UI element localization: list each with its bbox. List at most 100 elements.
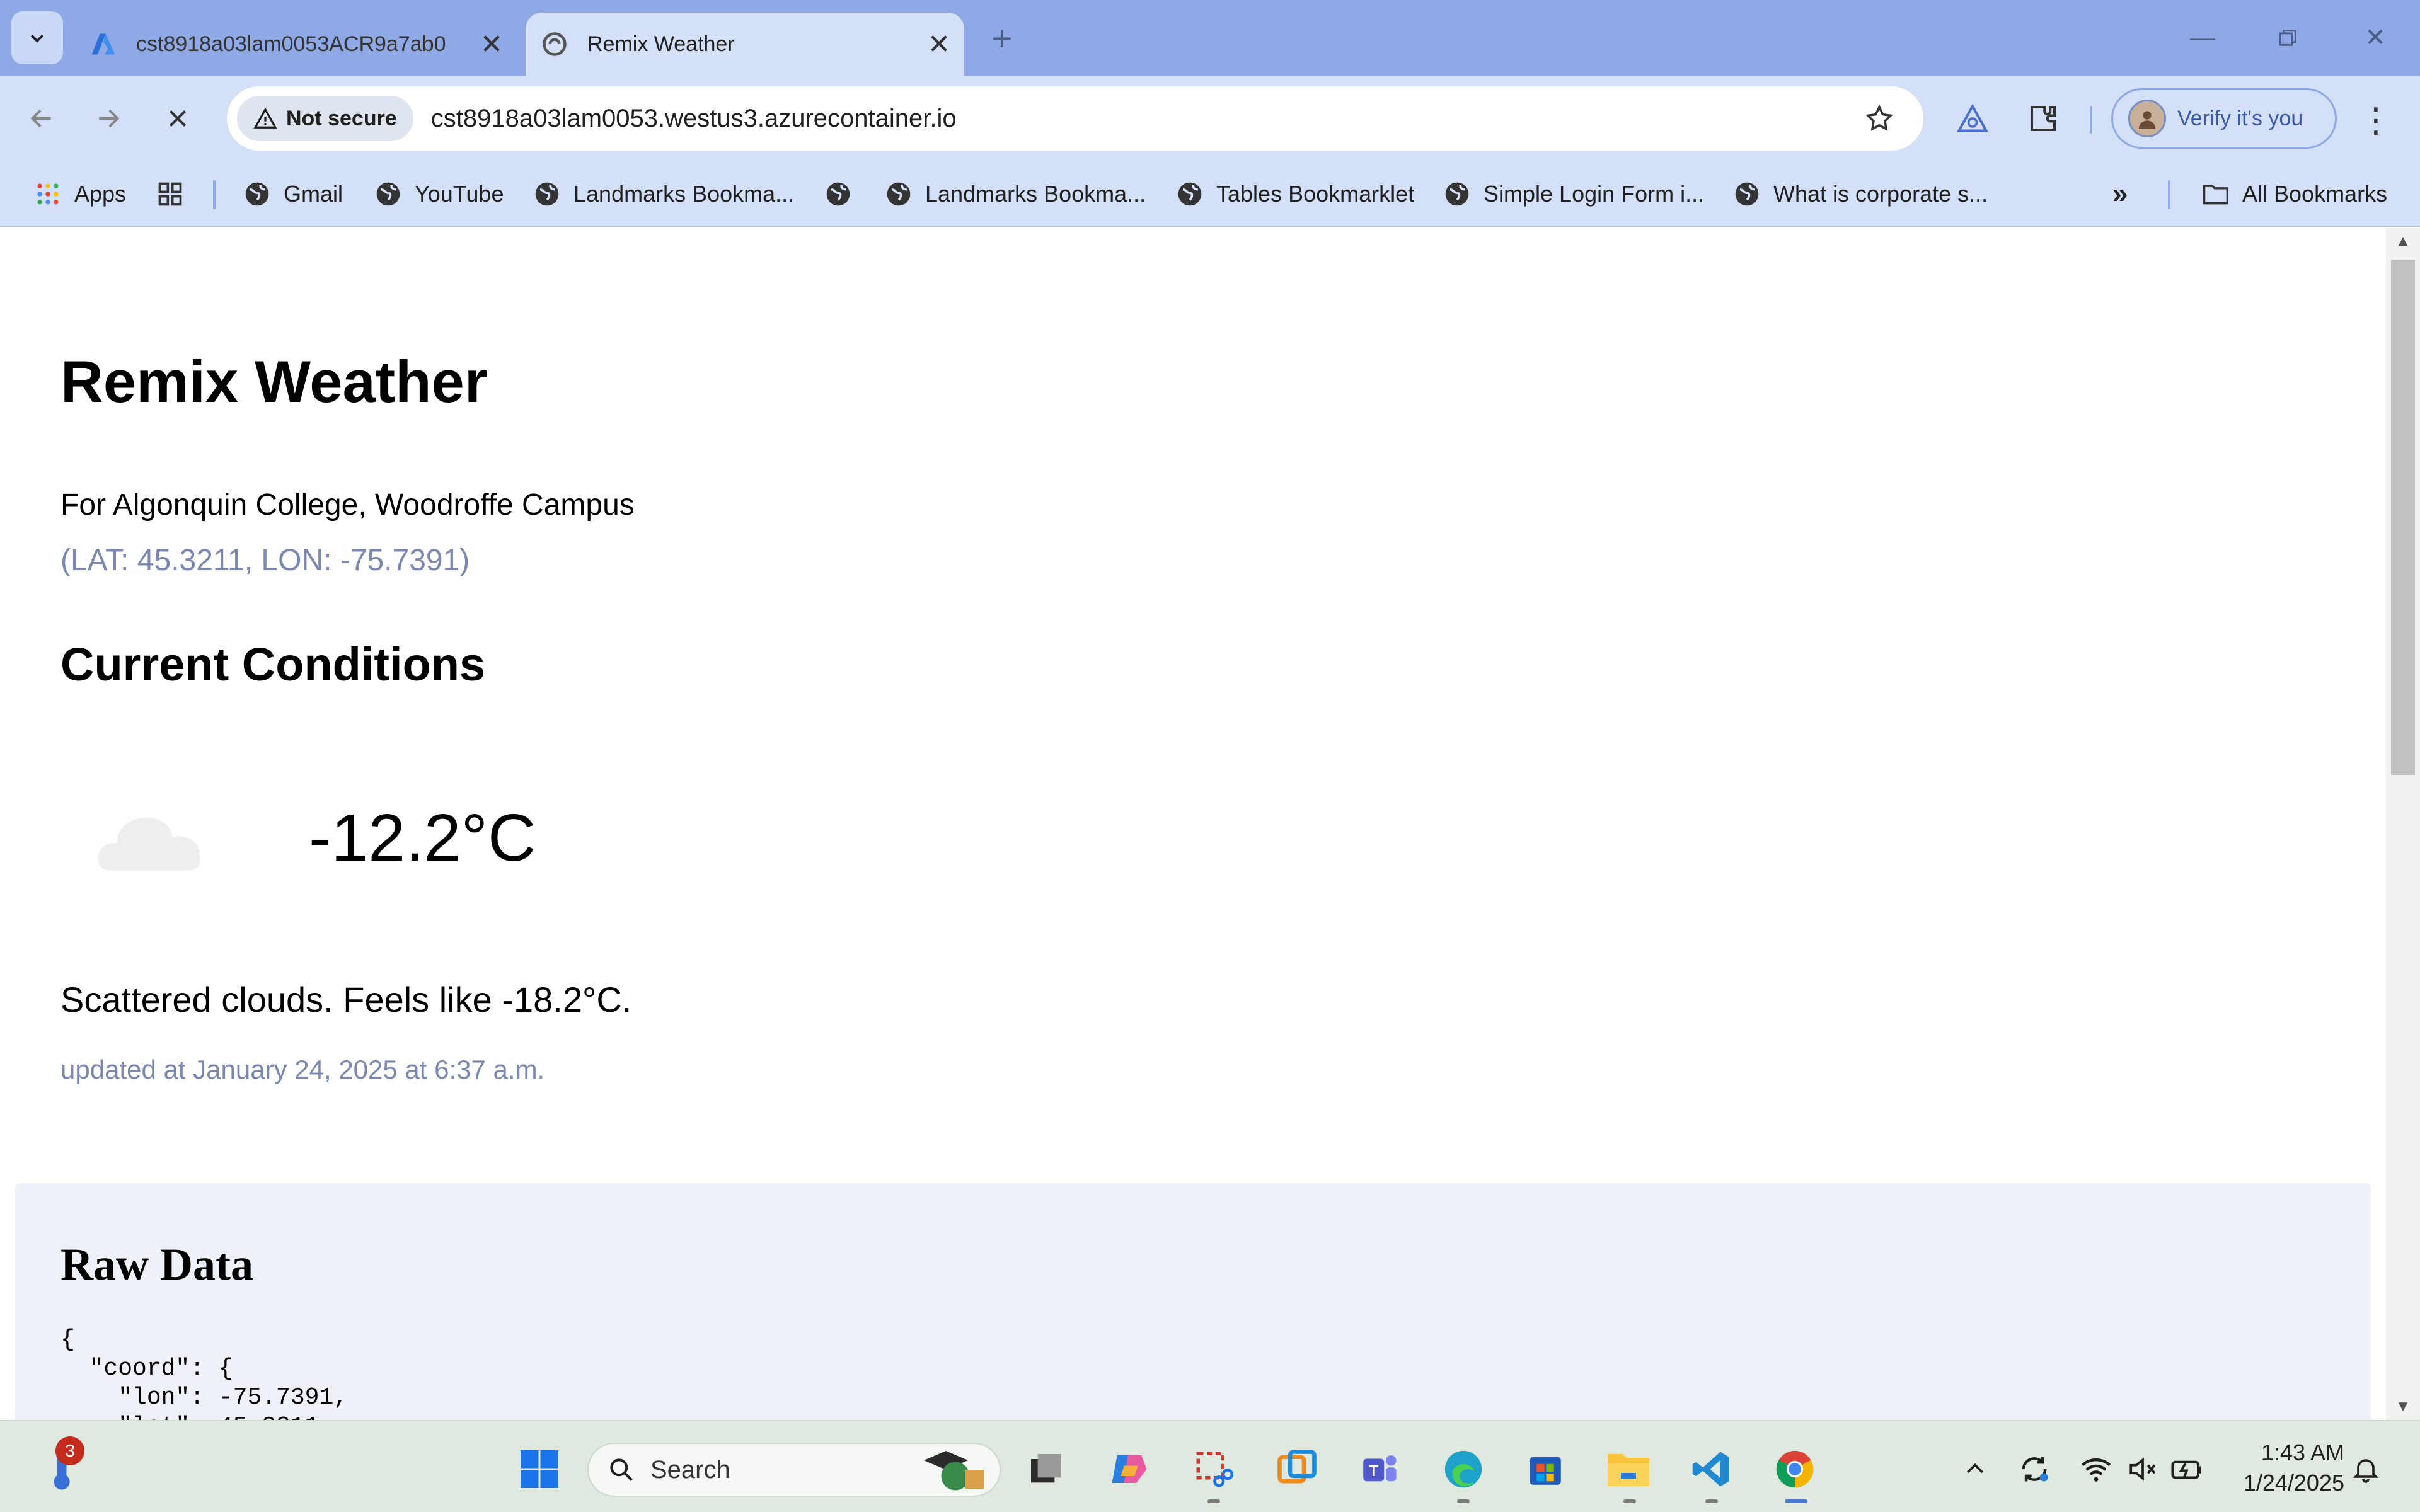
tab-groups-icon — [158, 182, 182, 206]
cloud-icon — [98, 817, 200, 871]
bookmarks-bar: Apps Gmail YouTube Landmarks Bookma... L… — [0, 161, 2420, 227]
show-hidden-icons-chevron-icon[interactable] — [1955, 1449, 1995, 1489]
taskbar-search[interactable]: Search — [587, 1443, 1001, 1497]
all-bookmarks-button[interactable]: All Bookmarks — [2202, 174, 2387, 214]
running-indicator — [1785, 1499, 1807, 1503]
avatar — [2128, 100, 2166, 137]
sync-icon[interactable] — [2014, 1449, 2054, 1489]
new-tab-button[interactable]: + — [983, 18, 1021, 58]
search-icon — [610, 1458, 633, 1481]
restore-icon — [2279, 30, 2296, 46]
globe-icon — [826, 182, 850, 206]
current-conditions-heading: Current Conditions — [60, 638, 486, 690]
task-view-icon[interactable] — [1021, 1444, 1071, 1494]
bookmark-login-form[interactable]: Simple Login Form i... — [1443, 174, 1704, 214]
bookmarks-divider — [213, 180, 216, 209]
bookmark-gmail[interactable]: Gmail — [243, 174, 343, 214]
clock[interactable]: 1:43 AM 1/24/2025 — [2218, 1438, 2344, 1498]
tab-remix-weather[interactable]: Remix Weather ✕ — [526, 13, 964, 76]
forward-button[interactable] — [84, 94, 132, 142]
restore-button[interactable] — [2260, 15, 2317, 60]
close-icon — [169, 110, 187, 127]
close-icon[interactable]: ✕ — [473, 25, 510, 63]
browser-toolbar: Not secure cst8918a03lam0053.westus3.azu… — [0, 76, 2420, 161]
globe-icon — [535, 182, 559, 206]
windows-start-icon[interactable] — [514, 1444, 565, 1494]
clock-date: 1/24/2025 — [2243, 1470, 2344, 1496]
scroll-down-icon[interactable]: ▼ — [2395, 1398, 2411, 1415]
bookmark-landmarks-2[interactable]: Landmarks Bookma... — [885, 174, 1146, 214]
running-indicator — [1623, 1499, 1636, 1503]
url-text[interactable]: cst8918a03lam0053.westus3.azurecontainer… — [431, 105, 1854, 133]
teams-icon[interactable]: T — [1354, 1444, 1404, 1494]
arrow-left-icon — [30, 109, 51, 128]
verify-label: Verify it's you — [2177, 106, 2303, 130]
bookmark-apps[interactable]: Apps — [34, 174, 126, 214]
bookmark-label: Simple Login Form i... — [1484, 181, 1705, 207]
edge-icon[interactable] — [1438, 1444, 1489, 1494]
bookmark-label: YouTube — [415, 181, 504, 207]
notifications-bell-icon[interactable] — [2346, 1449, 2386, 1489]
volume-muted-icon[interactable] — [2123, 1449, 2163, 1489]
scroll-up-icon[interactable]: ▲ — [2395, 232, 2411, 249]
toolbar-divider — [2090, 106, 2092, 134]
performance-icon[interactable] — [1950, 96, 1995, 141]
minimize-button[interactable]: — — [2174, 15, 2231, 60]
bookmark-tab-groups[interactable] — [156, 174, 197, 214]
tab-search-button[interactable] — [11, 11, 63, 64]
bookmark-label: Tables Bookmarklet — [1216, 181, 1415, 207]
location-text: For Algonquin College, Woodroffe Campus — [60, 488, 635, 522]
security-chip[interactable]: Not secure — [237, 96, 413, 141]
clock-time: 1:43 AM — [2261, 1440, 2344, 1465]
bookmark-corporate[interactable]: What is corporate s... — [1733, 174, 1988, 214]
more-bookmarks-chevron-icon[interactable]: » — [2112, 174, 2128, 214]
bookmark-globe[interactable] — [824, 174, 865, 214]
office-app-icon[interactable] — [1272, 1444, 1322, 1494]
bookmark-youtube[interactable]: YouTube — [374, 174, 504, 214]
wifi-icon[interactable] — [2076, 1449, 2116, 1489]
raw-json: { "coord": { "lon": -75.7391, "lat": 45.… — [60, 1326, 349, 1420]
bookmark-landmarks-1[interactable]: Landmarks Bookma... — [533, 174, 794, 214]
raw-data-panel: Raw Data { "coord": { "lon": -75.7391, "… — [15, 1183, 2371, 1420]
vscode-icon[interactable] — [1686, 1444, 1737, 1494]
extensions-icon[interactable] — [2020, 96, 2066, 141]
web-page: Remix Weather For Algonquin College, Woo… — [0, 228, 2386, 1420]
bookmark-star-icon[interactable] — [1854, 93, 1904, 144]
bookmarks-divider — [2168, 180, 2170, 209]
globe-icon — [887, 182, 911, 206]
bookmark-label: Apps — [74, 181, 127, 207]
raw-data-heading: Raw Data — [60, 1239, 253, 1290]
temperature: -12.2°C — [309, 801, 536, 875]
more-menu-icon[interactable]: ⋮ — [2357, 94, 2395, 145]
bookmark-label: What is corporate s... — [1773, 181, 1988, 207]
close-window-button[interactable]: ✕ — [2347, 15, 2404, 60]
bookmark-label: Gmail — [284, 181, 343, 207]
back-button[interactable] — [18, 94, 66, 142]
page-title: Remix Weather — [60, 348, 488, 415]
running-indicator — [1705, 1499, 1718, 1503]
bookmark-tables[interactable]: Tables Bookmarklet — [1176, 174, 1414, 214]
globe-icon — [1178, 182, 1202, 206]
close-icon[interactable]: ✕ — [920, 25, 958, 63]
battery-icon[interactable] — [2167, 1449, 2207, 1489]
bookmark-label: Landmarks Bookma... — [925, 181, 1146, 207]
profile-verify-button[interactable]: Verify it's you — [2111, 88, 2337, 149]
azure-icon — [88, 29, 118, 59]
chrome-icon[interactable] — [1770, 1444, 1820, 1494]
file-explorer-icon[interactable] — [1603, 1444, 1654, 1494]
warning-icon — [253, 107, 277, 129]
tab-title: Remix Weather — [587, 32, 735, 56]
apps-grid-icon — [37, 183, 59, 205]
copilot-icon[interactable] — [1104, 1444, 1155, 1494]
globe-icon — [1445, 182, 1469, 206]
stop-loading-button[interactable] — [154, 94, 202, 142]
microsoft-store-icon[interactable] — [1520, 1444, 1570, 1494]
browser-titlebar: cst8918a03lam0053ACR9a7ab0 ✕ Remix Weath… — [0, 0, 2420, 76]
page-scrollbar[interactable]: ▲ ▼ — [2386, 228, 2420, 1420]
globe-icon — [376, 182, 400, 206]
address-bar[interactable]: Not secure cst8918a03lam0053.westus3.azu… — [227, 86, 1923, 151]
tab-azure[interactable]: cst8918a03lam0053ACR9a7ab0 ✕ — [82, 13, 517, 76]
scrollbar-thumb[interactable] — [2391, 260, 2415, 775]
all-bookmarks-label: All Bookmarks — [2242, 181, 2388, 207]
snipping-tool-icon[interactable] — [1189, 1444, 1239, 1494]
